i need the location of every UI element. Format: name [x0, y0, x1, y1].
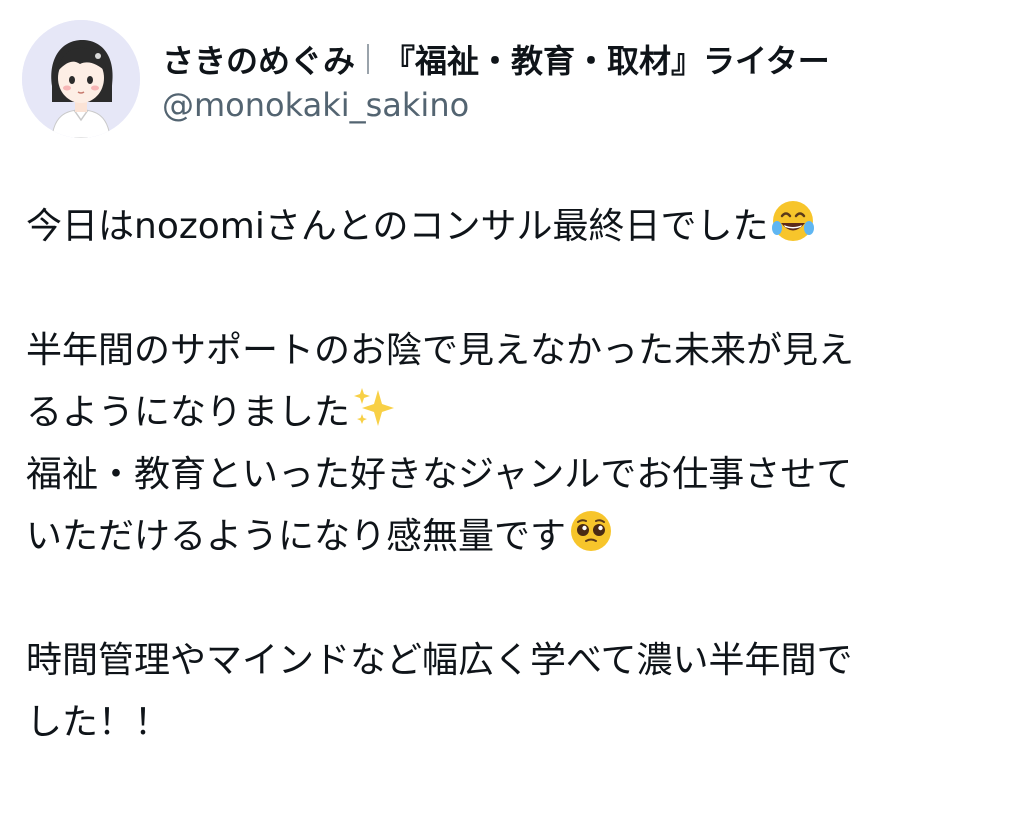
tweet-line-text: 半年間のサポートのお陰で見えなかった未来が見え — [26, 330, 855, 371]
tweet-line-text: いただけるようになり感無量です — [26, 516, 567, 557]
tweet-header: さきのめぐみ 『福祉・教育・取材』ライター @monokaki_sakino — [22, 20, 1002, 140]
author-name-row[interactable]: さきのめぐみ 『福祉・教育・取材』ライター — [162, 36, 830, 82]
tweet-line: 今日はnozomiさんとのコンサル最終日でした — [26, 196, 996, 258]
sparkles-icon — [352, 384, 398, 430]
tweet-line-text: るようになりました — [26, 392, 351, 433]
tweet-line-text: 時間管理やマインドなど幅広く学べて濃い半年間で — [26, 640, 853, 681]
illustrated-girl-avatar-icon — [22, 20, 140, 138]
tweet-line: した！！ — [26, 692, 996, 754]
tweet-line: 福祉・教育といった好きなジャンルでお仕事させて — [26, 444, 996, 506]
face-with-tears-of-joy-icon — [770, 198, 816, 244]
tweet-line-text: した！！ — [26, 702, 171, 743]
author-display-name[interactable]: さきのめぐみ — [162, 36, 355, 82]
pleading-face-icon — [568, 508, 614, 554]
tweet-line-text: 今日はnozomiさんとのコンサル最終日でした — [26, 206, 769, 247]
tweet-text: 今日はnozomiさんとのコンサル最終日でした 半年間のサポートのお陰で見えなか… — [26, 196, 996, 754]
tweet-line: 半年間のサポートのお陰で見えなかった未来が見え — [26, 320, 996, 382]
avatar[interactable] — [22, 20, 140, 138]
tweet-line: いただけるようになり感無量です — [26, 506, 996, 568]
tweet-line: るようになりました — [26, 382, 996, 444]
author-handle[interactable]: @monokaki_sakino — [162, 86, 469, 124]
author-name-suffix[interactable]: 『福祉・教育・取材』ライター — [383, 36, 830, 82]
tweet-line-text: 福祉・教育といった好きなジャンルでお仕事させて — [26, 454, 853, 495]
name-divider — [366, 44, 369, 74]
tweet-line: 時間管理やマインドなど幅広く学べて濃い半年間で — [26, 630, 996, 692]
